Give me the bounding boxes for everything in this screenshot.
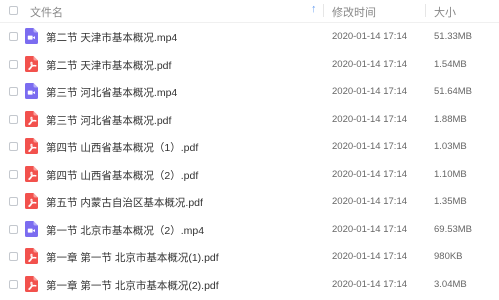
list-header: 文件名 ↑ 修改时间 大小 xyxy=(0,0,499,23)
video-file-icon xyxy=(25,83,38,99)
file-modified-time: 2020-01-14 17:14 xyxy=(332,113,408,125)
select-all-checkbox[interactable] xyxy=(9,6,18,15)
file-size: 1.54MB xyxy=(434,58,467,70)
file-size: 51.64MB xyxy=(434,86,473,97)
file-name[interactable]: 第一节 北京市基本概况（2）.mp4 xyxy=(46,223,204,238)
file-size: 1.10MB xyxy=(434,168,467,180)
file-size: 3.04MB xyxy=(434,278,467,290)
column-header-name[interactable]: 文件名 xyxy=(30,4,63,20)
pdf-file-icon xyxy=(25,55,38,72)
file-name[interactable]: 第三节 河北省基本概况.mp4 xyxy=(46,85,177,100)
file-row[interactable]: 第一章 第一节 北京市基本概况(2).pdf 2020-01-14 17:14 3.… xyxy=(0,271,499,299)
file-size: 1.35MB xyxy=(434,196,467,207)
row-checkbox[interactable] xyxy=(9,59,18,69)
file-name[interactable]: 第三节 河北省基本概况.pdf xyxy=(46,113,171,128)
column-header-modified-time[interactable]: 修改时间 xyxy=(332,4,376,20)
pdf-file-icon xyxy=(25,165,38,182)
pdf-file-icon xyxy=(25,110,38,127)
file-row[interactable]: 第三节 河北省基本概况.pdf 2020-01-14 17:14 1.88MB xyxy=(0,106,499,134)
row-checkbox[interactable] xyxy=(9,197,18,206)
pdf-file-icon xyxy=(25,275,38,292)
row-checkbox[interactable] xyxy=(9,252,18,261)
file-name[interactable]: 第四节 山西省基本概况（1）.pdf xyxy=(46,140,198,155)
file-row[interactable]: 第一节 北京市基本概况（2）.mp4 2020-01-14 17:14 69.53M… xyxy=(0,216,499,244)
sort-arrow-icon[interactable]: ↑ xyxy=(311,3,317,15)
file-modified-time: 2020-01-14 17:14 xyxy=(332,196,408,207)
file-modified-time: 2020-01-14 17:14 xyxy=(332,31,408,42)
pdf-file-icon xyxy=(25,248,38,264)
file-rows: 第二节 天津市基本概况.mp4 2020-01-14 17:14 51.33MB 第二… xyxy=(0,23,499,298)
pdf-file-icon xyxy=(25,138,38,154)
row-checkbox[interactable] xyxy=(9,32,18,41)
column-header-size[interactable]: 大小 xyxy=(434,4,456,20)
file-row[interactable]: 第五节 内蒙古自治区基本概况.pdf 2020-01-14 17:14 1.35MB xyxy=(0,188,499,216)
file-row[interactable]: 第四节 山西省基本概况（2）.pdf 2020-01-14 17:14 1.10MB xyxy=(0,161,499,189)
file-row[interactable]: 第一章 第一节 北京市基本概况(1).pdf 2020-01-14 17:14 98… xyxy=(0,243,499,271)
file-modified-time: 2020-01-14 17:14 xyxy=(332,86,408,97)
video-file-icon xyxy=(25,220,38,237)
row-checkbox[interactable] xyxy=(9,87,18,96)
row-checkbox[interactable] xyxy=(9,169,18,179)
row-checkbox[interactable] xyxy=(9,142,18,151)
file-size: 1.88MB xyxy=(434,113,467,125)
file-name[interactable]: 第一章 第一节 北京市基本概况(2).pdf xyxy=(46,278,219,293)
file-list: 文件名 ↑ 修改时间 大小 第二节 天津市基本概况.mp4 2020-01-14 … xyxy=(0,0,499,300)
file-size: 1.03MB xyxy=(434,141,467,152)
file-name[interactable]: 第二节 天津市基本概况.mp4 xyxy=(46,30,177,45)
file-name[interactable]: 第一章 第一节 北京市基本概况(1).pdf xyxy=(46,250,219,265)
file-size: 980KB xyxy=(434,251,463,262)
row-checkbox[interactable] xyxy=(9,114,18,124)
column-divider[interactable] xyxy=(323,4,324,17)
file-row[interactable]: 第三节 河北省基本概况.mp4 2020-01-14 17:14 51.64MB xyxy=(0,78,499,106)
row-checkbox[interactable] xyxy=(9,279,18,289)
file-size: 69.53MB xyxy=(434,223,473,235)
row-checkbox[interactable] xyxy=(9,224,18,234)
file-modified-time: 2020-01-14 17:14 xyxy=(332,141,408,152)
file-size: 51.33MB xyxy=(434,31,473,42)
pdf-file-icon xyxy=(25,193,38,209)
video-file-icon xyxy=(25,28,38,44)
file-modified-time: 2020-01-14 17:14 xyxy=(332,223,408,235)
file-row[interactable]: 第二节 天津市基本概况.mp4 2020-01-14 17:14 51.33MB xyxy=(0,23,499,51)
file-row[interactable]: 第四节 山西省基本概况（1）.pdf 2020-01-14 17:14 1.03MB xyxy=(0,133,499,161)
file-name[interactable]: 第四节 山西省基本概况（2）.pdf xyxy=(46,168,198,183)
file-name[interactable]: 第二节 天津市基本概况.pdf xyxy=(46,58,171,73)
file-modified-time: 2020-01-14 17:14 xyxy=(332,58,408,70)
column-divider[interactable] xyxy=(425,4,426,17)
file-modified-time: 2020-01-14 17:14 xyxy=(332,278,408,290)
file-modified-time: 2020-01-14 17:14 xyxy=(332,168,408,180)
file-modified-time: 2020-01-14 17:14 xyxy=(332,251,408,262)
file-row[interactable]: 第二节 天津市基本概况.pdf 2020-01-14 17:14 1.54MB xyxy=(0,51,499,79)
file-name[interactable]: 第五节 内蒙古自治区基本概况.pdf xyxy=(46,195,203,210)
